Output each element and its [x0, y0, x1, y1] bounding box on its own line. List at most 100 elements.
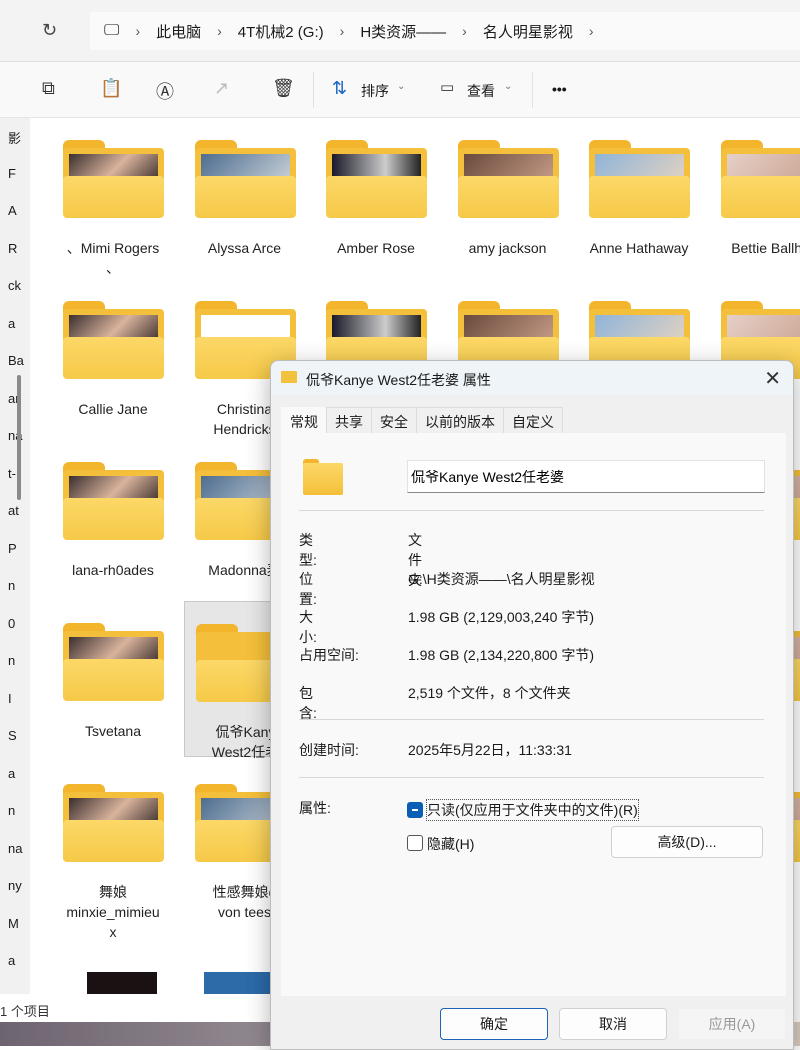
breadcrumb-item[interactable]: 名人明星影视	[483, 21, 573, 42]
folder-item[interactable]	[52, 940, 174, 994]
nav-item[interactable]: n	[8, 578, 15, 593]
properties-dialog: 侃爷Kanye West2任老婆 属性 ✕ 常规 共享 安全 以前的版本 自定义…	[270, 360, 794, 1050]
readonly-checkbox[interactable]	[407, 802, 423, 818]
chevron-right-icon: ›	[135, 23, 140, 39]
nav-item[interactable]: A	[8, 203, 17, 218]
chevron-down-icon: ⌄	[504, 81, 512, 92]
general-panel: 类型:文件夹 位置:G:\H类资源——\名人明星影视 大小:1.98 GB (2…	[281, 433, 786, 996]
nav-item[interactable]: M	[8, 916, 19, 931]
folder-icon	[303, 459, 343, 495]
navigation-pane[interactable]: 影FARckaBaarnat-atPn0nISannanyMa	[0, 118, 30, 994]
folder-name: 舞娘 minxie_mimieu x	[52, 882, 174, 942]
folder-item[interactable]: Alyssa Arce	[184, 118, 306, 274]
hidden-label[interactable]: 隐藏(H)	[427, 834, 474, 854]
breadcrumb-item[interactable]: 4T机械2 (G:)	[238, 21, 324, 42]
nav-item[interactable]: a	[8, 953, 15, 968]
prop-value: 2025年5月22日，11:33:31	[408, 740, 572, 760]
nav-item[interactable]: ck	[8, 278, 21, 293]
divider	[299, 719, 764, 720]
nav-item[interactable]: 影	[8, 128, 21, 147]
tab-previous-versions[interactable]: 以前的版本	[416, 407, 504, 433]
paste-icon[interactable]: 📋	[100, 78, 122, 99]
nav-item[interactable]: a	[8, 766, 15, 781]
folder-item[interactable]: Tsvetana	[52, 601, 174, 757]
breadcrumb-item[interactable]: 此电脑	[156, 21, 201, 42]
chevron-right-icon: ›	[217, 23, 222, 39]
nav-item[interactable]: na	[8, 841, 22, 856]
nav-item[interactable]: F	[8, 166, 16, 181]
delete-icon[interactable]: 🗑	[272, 78, 295, 99]
folder-item[interactable]: Callie Jane	[52, 279, 174, 435]
breadcrumb[interactable]: 🖵 › 此电脑 › 4T机械2 (G:) › H类资源—— › 名人明星影视 ›	[90, 12, 800, 50]
ok-button[interactable]: 确定	[440, 1008, 548, 1040]
divider	[299, 777, 764, 778]
folder-icon	[281, 371, 297, 383]
chevron-right-icon: ›	[340, 23, 345, 39]
tab-general[interactable]: 常规	[281, 407, 327, 434]
folder-icon	[63, 784, 164, 862]
rename-icon[interactable]: Ⓐ	[156, 78, 174, 104]
close-icon[interactable]: ✕	[764, 366, 781, 391]
tab-sharing[interactable]: 共享	[326, 407, 372, 433]
attributes-label: 属性:	[299, 798, 331, 818]
prop-value: 1.98 GB (2,134,220,800 字节)	[408, 645, 594, 665]
prop-label: 类型:	[299, 530, 317, 570]
nav-item[interactable]: a	[8, 316, 15, 331]
more-options-button[interactable]: •••	[552, 81, 567, 97]
prop-value: G:\H类资源——\名人明星影视	[408, 569, 595, 589]
prop-label: 位置:	[299, 569, 317, 609]
advanced-button[interactable]: 高级(D)...	[611, 826, 763, 858]
folder-name: amy jackson	[447, 238, 569, 258]
share-icon[interactable]: ↗	[214, 78, 229, 99]
nav-item[interactable]: at	[8, 503, 19, 518]
nav-item[interactable]: Ba	[8, 353, 24, 368]
copy-icon[interactable]: ⧉	[42, 78, 55, 99]
folder-item[interactable]: Bettie Ballha	[710, 118, 800, 274]
folder-icon	[63, 140, 164, 218]
divider	[313, 72, 314, 108]
folder-icon	[458, 140, 559, 218]
folder-item[interactable]: amy jackson	[447, 118, 569, 274]
computer-icon[interactable]: 🖵	[104, 22, 119, 40]
chevron-right-icon[interactable]: ›	[589, 23, 594, 39]
folder-thumbnail	[87, 972, 157, 994]
nav-scrollbar[interactable]	[17, 375, 21, 500]
nav-item[interactable]: ny	[8, 878, 22, 893]
folder-name-input[interactable]	[407, 460, 765, 493]
folder-item[interactable]: 、Mimi Rogers 、	[52, 118, 174, 274]
folder-item[interactable]: Anne Hathaway	[578, 118, 700, 274]
nav-item[interactable]: t-	[8, 466, 16, 481]
folder-item[interactable]: 舞娘 minxie_mimieu x	[52, 762, 174, 918]
prop-value: 1.98 GB (2,129,003,240 字节)	[408, 607, 594, 627]
refresh-icon[interactable]: ↻	[42, 20, 57, 41]
nav-item[interactable]: n	[8, 803, 15, 818]
cancel-button[interactable]: 取消	[559, 1008, 667, 1040]
view-button[interactable]: 查看	[467, 81, 495, 101]
view-icon[interactable]: ▭	[440, 78, 454, 96]
dialog-title-bar[interactable]: 侃爷Kanye West2任老婆 属性 ✕	[271, 361, 793, 395]
dialog-tabs: 常规 共享 安全 以前的版本 自定义	[281, 407, 562, 433]
folder-name: Anne Hathaway	[578, 238, 700, 258]
nav-item[interactable]: P	[8, 541, 17, 556]
folder-item[interactable]: lana-rh0ades	[52, 440, 174, 596]
sort-button[interactable]: 排序	[361, 81, 389, 101]
readonly-label[interactable]: 只读(仅应用于文件夹中的文件)(R)	[427, 800, 638, 820]
nav-item[interactable]: I	[8, 691, 12, 706]
hidden-checkbox[interactable]	[407, 835, 423, 851]
prop-label: 大小:	[299, 607, 317, 647]
folder-icon	[195, 140, 296, 218]
breadcrumb-item[interactable]: H类资源——	[360, 21, 446, 42]
nav-item[interactable]: R	[8, 241, 17, 256]
nav-item[interactable]: S	[8, 728, 17, 743]
folder-icon	[589, 140, 690, 218]
folder-item[interactable]: Amber Rose	[315, 118, 437, 274]
sort-icon[interactable]: ⇅	[332, 78, 347, 99]
apply-button[interactable]: 应用(A)	[678, 1008, 786, 1040]
nav-item[interactable]: 0	[8, 616, 15, 631]
folder-icon	[63, 301, 164, 379]
tab-security[interactable]: 安全	[371, 407, 417, 433]
nav-item[interactable]: n	[8, 653, 15, 668]
chevron-down-icon: ⌄	[397, 81, 405, 92]
prop-label: 占用空间:	[299, 645, 359, 665]
tab-customize[interactable]: 自定义	[503, 407, 563, 433]
